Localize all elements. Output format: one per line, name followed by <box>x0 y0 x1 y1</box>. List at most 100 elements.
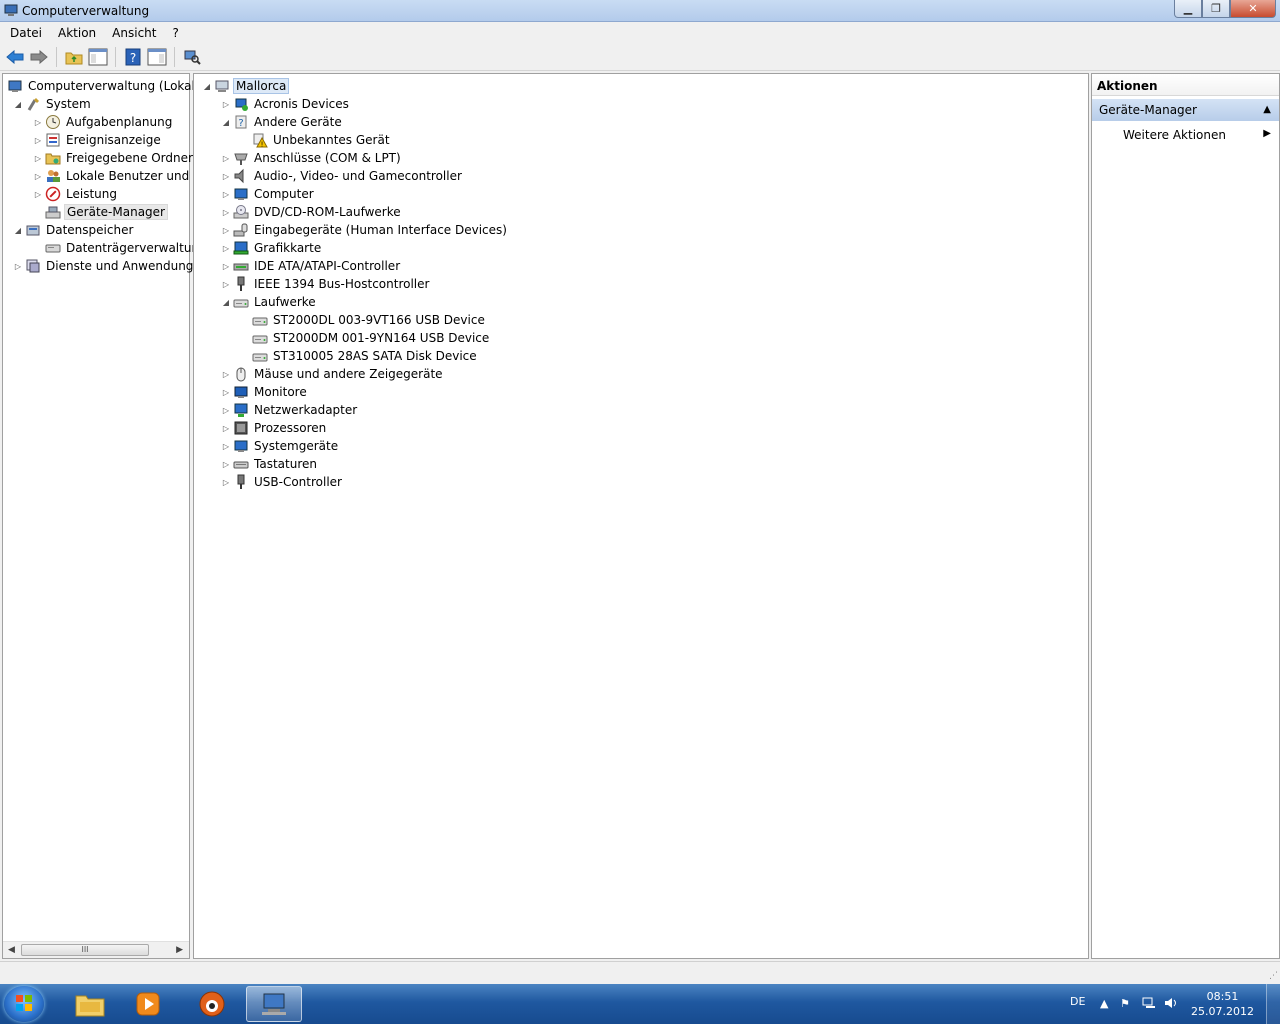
device-tree-item-computer[interactable]: ▷ Computer <box>221 185 316 203</box>
collapse-expander-icon[interactable]: ◢ <box>221 297 231 307</box>
close-button[interactable]: ✕ <box>1230 0 1276 18</box>
expand-expander-icon[interactable]: ▷ <box>221 189 231 199</box>
resize-grip-icon[interactable]: ⋰ <box>1269 971 1278 981</box>
scroll-thumb[interactable]: III <box>21 944 149 956</box>
expand-expander-icon[interactable]: ▷ <box>221 405 231 415</box>
expand-expander-icon[interactable]: ▷ <box>33 189 43 199</box>
start-button[interactable] <box>4 986 44 1022</box>
expand-expander-icon[interactable]: ▷ <box>221 171 231 181</box>
show-desktop-button[interactable] <box>1266 984 1280 1024</box>
device-tree-item-st310005-28as-sata-disk-device[interactable]: ST310005 28AS SATA Disk Device <box>240 347 479 365</box>
device-tree-item-st2000dl-003-9vt166-usb-device[interactable]: ST2000DL 003-9VT166 USB Device <box>240 311 487 329</box>
console-tree-item-dienste-und-anwendungen[interactable]: ▷ Dienste und Anwendungen <box>13 257 210 275</box>
device-tree-item-unbekanntes-gerat[interactable]: ! Unbekanntes Gerät <box>240 131 392 149</box>
taskbar-computer-management-button[interactable] <box>246 986 302 1022</box>
collapse-expander-icon[interactable]: ◢ <box>13 225 23 235</box>
console-tree-item-aufgabenplanung[interactable]: ▷ Aufgabenplanung <box>33 113 174 131</box>
device-tree-item-ieee-1394-bus-hostcontroller[interactable]: ▷ IEEE 1394 Bus-Hostcontroller <box>221 275 431 293</box>
device-tree-item-grafikkarte[interactable]: ▷ Grafikkarte <box>221 239 323 257</box>
device-tree-item-st2000dm-001-9yn164-usb-device[interactable]: ST2000DM 001-9YN164 USB Device <box>240 329 491 347</box>
up-folder-icon[interactable] <box>63 46 85 68</box>
expand-expander-icon[interactable]: ▷ <box>221 387 231 397</box>
device-tree-item-eingabegerate-human-interface-devices[interactable]: ▷ Eingabegeräte (Human Interface Devices) <box>221 221 509 239</box>
device-tree-item-audio-video-und-gamecontroller[interactable]: ▷ Audio-, Video- und Gamecontroller <box>221 167 464 185</box>
expand-expander-icon[interactable]: ▷ <box>221 423 231 433</box>
menu-help[interactable]: ? <box>164 26 186 40</box>
console-tree-item-datentragerverwaltung[interactable]: Datenträgerverwaltung <box>33 239 209 257</box>
collapse-expander-icon[interactable]: ◢ <box>13 99 23 109</box>
expand-expander-icon[interactable]: ▷ <box>221 243 231 253</box>
volume-icon[interactable] <box>1164 997 1178 1012</box>
menu-ansicht[interactable]: Ansicht <box>104 26 164 40</box>
expand-expander-icon[interactable]: ▷ <box>221 153 231 163</box>
device-tree-item-anschlusse-com-lpt[interactable]: ▷ Anschlüsse (COM & LPT) <box>221 149 403 167</box>
scroll-right-arrow-icon[interactable]: ▶ <box>176 945 183 955</box>
console-tree-item-computerverwaltung-lokal[interactable]: Computerverwaltung (Lokal) <box>7 77 202 95</box>
expand-expander-icon[interactable]: ▷ <box>33 135 43 145</box>
expand-expander-icon[interactable]: ▷ <box>221 261 231 271</box>
show-hide-action-pane-icon[interactable] <box>146 46 168 68</box>
taskbar-media-player-button[interactable] <box>120 986 176 1022</box>
device-tree-item-mause-und-andere-zeigegerate[interactable]: ▷ Mäuse und andere Zeigegeräte <box>221 365 445 383</box>
device-tree-item-monitore[interactable]: ▷ Monitore <box>221 383 309 401</box>
console-tree-item-gerate-manager[interactable]: Geräte-Manager <box>33 203 168 221</box>
console-tree-item-leistung[interactable]: ▷ Leistung <box>33 185 119 203</box>
title-bar[interactable]: Computerverwaltung ▁ ❐ ✕ <box>0 0 1280 22</box>
expand-expander-icon[interactable]: ▷ <box>221 369 231 379</box>
expand-expander-icon[interactable]: ▷ <box>33 117 43 127</box>
device-tree-item-dvd-cd-rom-laufwerke[interactable]: ▷ DVD/CD-ROM-Laufwerke <box>221 203 403 221</box>
collapse-expander-icon[interactable]: ◢ <box>221 117 231 127</box>
device-tree-item-systemgerate[interactable]: ▷ Systemgeräte <box>221 437 340 455</box>
actions-section-device-manager[interactable]: Geräte-Manager ▲ <box>1092 99 1279 121</box>
expand-expander-icon[interactable]: ▷ <box>221 207 231 217</box>
console-tree-item-system[interactable]: ◢ System <box>13 95 93 113</box>
device-tree-item-netzwerkadapter[interactable]: ▷ Netzwerkadapter <box>221 401 359 419</box>
menu-datei[interactable]: Datei <box>2 26 50 40</box>
clock[interactable]: 08:51 25.07.2012 <box>1191 989 1254 1019</box>
console-tree-item-lokale-benutzer-und-gr[interactable]: ▷ Lokale Benutzer und Gr <box>33 167 209 185</box>
more-actions-item[interactable]: Weitere Aktionen ▶ <box>1092 125 1279 145</box>
forward-arrow-icon[interactable] <box>28 46 50 68</box>
menu-aktion[interactable]: Aktion <box>50 26 104 40</box>
console-tree-pane[interactable]: Computerverwaltung (Lokal) ◢ System ▷ Aufgab… <box>2 73 208 959</box>
device-tree-item-usb-controller[interactable]: ▷ USB-Controller <box>221 473 344 491</box>
system-tools-icon <box>25 96 41 112</box>
expand-expander-icon[interactable]: ▷ <box>221 279 231 289</box>
device-tree-item-andere-gerate[interactable]: ◢? Andere Geräte <box>221 113 344 131</box>
expand-expander-icon[interactable]: ▷ <box>221 477 231 487</box>
action-center-flag-icon[interactable]: ⚑ <box>1120 997 1130 1010</box>
device-tree-item-ide-ata-atapi-controller[interactable]: ▷ IDE ATA/ATAPI-Controller <box>221 257 402 275</box>
console-tree-item-datenspeicher[interactable]: ◢ Datenspeicher <box>13 221 135 239</box>
collapse-caret-icon[interactable]: ▲ <box>1263 104 1271 115</box>
device-tree-pane[interactable]: ◢ Mallorca ▷ Acronis Devices ◢? Andere Gerä… <box>193 73 1089 959</box>
back-arrow-icon[interactable] <box>4 46 26 68</box>
help-icon[interactable]: ? <box>122 46 144 68</box>
expand-expander-icon[interactable]: ▷ <box>13 261 23 271</box>
console-tree-item-freigegebene-ordner[interactable]: ▷ Freigegebene Ordner <box>33 149 195 167</box>
language-indicator[interactable]: DE <box>1070 995 1085 1008</box>
expand-expander-icon[interactable]: ▷ <box>221 441 231 451</box>
console-tree-item-ereignisanzeige[interactable]: ▷ Ereignisanzeige <box>33 131 163 149</box>
maximize-button[interactable]: ❐ <box>1202 0 1230 18</box>
device-tree-root[interactable]: ◢ Mallorca <box>202 77 290 95</box>
show-hide-console-tree-icon[interactable] <box>87 46 109 68</box>
horizontal-scrollbar[interactable]: ◀ III ▶ <box>3 941 189 958</box>
firewire-icon <box>233 276 249 292</box>
taskbar-explorer-button[interactable] <box>62 986 118 1022</box>
scroll-left-arrow-icon[interactable]: ◀ <box>8 945 15 955</box>
expand-expander-icon[interactable]: ▷ <box>33 153 43 163</box>
device-tree-item-tastaturen[interactable]: ▷ Tastaturen <box>221 455 319 473</box>
expand-expander-icon[interactable]: ▷ <box>221 459 231 469</box>
taskbar-app-button[interactable] <box>184 986 240 1022</box>
expand-expander-icon[interactable]: ▷ <box>221 99 231 109</box>
expand-expander-icon[interactable]: ▷ <box>33 171 43 181</box>
expand-expander-icon[interactable]: ▷ <box>221 225 231 235</box>
device-tree-item-laufwerke[interactable]: ◢ Laufwerke <box>221 293 318 311</box>
show-hidden-icons-button[interactable]: ▲ <box>1100 997 1108 1010</box>
minimize-button[interactable]: ▁ <box>1174 0 1202 18</box>
device-tree-item-acronis-devices[interactable]: ▷ Acronis Devices <box>221 95 351 113</box>
scan-hardware-icon[interactable] <box>181 46 203 68</box>
device-tree-item-prozessoren[interactable]: ▷ Prozessoren <box>221 419 328 437</box>
network-icon[interactable] <box>1142 997 1156 1012</box>
collapse-expander-icon[interactable]: ◢ <box>202 81 212 91</box>
